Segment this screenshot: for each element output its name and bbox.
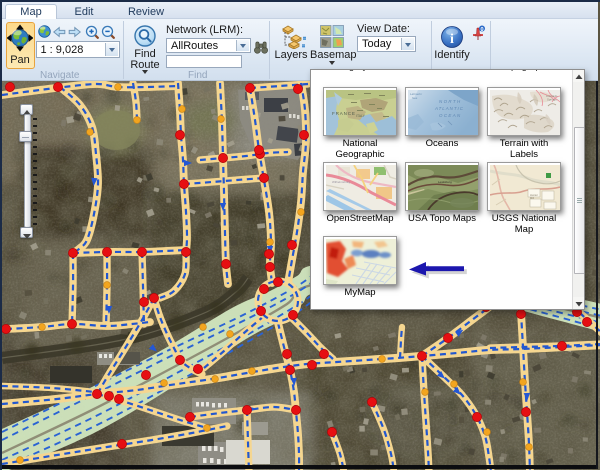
svg-text:0: 0 — [480, 27, 483, 33]
svg-text:ATLANTIC: ATLANTIC — [434, 106, 464, 111]
svg-text:NORTH: NORTH — [439, 99, 462, 104]
svg-text:Lewisburg: Lewisburg — [438, 180, 452, 184]
svg-text:Sea: Sea — [412, 96, 418, 100]
svg-text:ITALY: ITALY — [356, 114, 366, 118]
svg-text:FRANCE: FRANCE — [332, 111, 356, 116]
svg-text:Wilhelmsburg: Wilhelmsburg — [332, 180, 351, 184]
svg-text:Mill: Mill — [530, 196, 534, 200]
svg-text:Springs: Springs — [547, 97, 557, 101]
svg-text:OCEAN: OCEAN — [439, 113, 462, 118]
svg-text:i: i — [450, 32, 454, 47]
